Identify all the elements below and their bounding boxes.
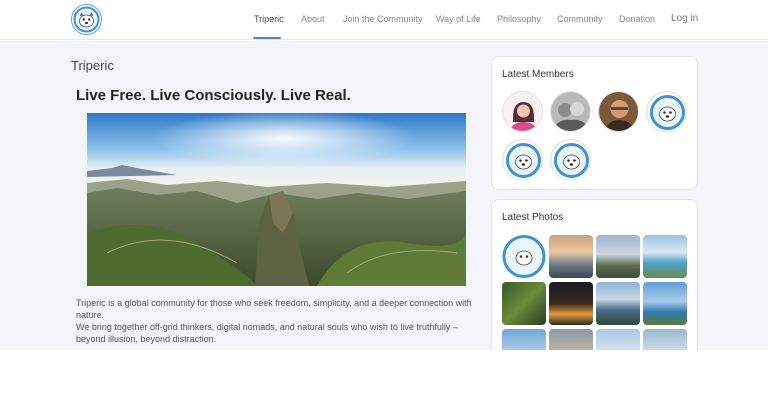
photo-thumbnail-6[interactable] bbox=[549, 282, 593, 325]
member-avatar-1[interactable] bbox=[502, 91, 543, 132]
intro-paragraph-1: Triperic is a global community for those… bbox=[76, 298, 472, 320]
nav-item-donation[interactable]: Donation bbox=[619, 14, 655, 24]
member-avatar-6[interactable] bbox=[550, 139, 591, 180]
nav-item-community[interactable]: Community bbox=[557, 14, 603, 24]
member-avatar-5[interactable] bbox=[502, 139, 543, 180]
page-title: Triperic bbox=[71, 58, 114, 73]
photo-thumbnail-3[interactable] bbox=[596, 235, 640, 278]
photo-thumbnail-5[interactable] bbox=[502, 282, 546, 325]
photo-thumbnail-10[interactable] bbox=[549, 329, 593, 350]
member-avatar-3[interactable] bbox=[598, 91, 639, 132]
headline: Live Free. Live Consciously. Live Real. bbox=[76, 87, 351, 104]
latest-members-card: Latest Members bbox=[491, 56, 698, 190]
latest-members-title: Latest Members bbox=[502, 69, 574, 80]
nav-item-about[interactable]: About bbox=[301, 14, 325, 24]
hero-image bbox=[87, 113, 466, 286]
member-avatar-2[interactable] bbox=[550, 91, 591, 132]
nav-item-triperic[interactable]: Triperic bbox=[254, 14, 284, 24]
intro-text: Triperic is a global community for those… bbox=[76, 297, 476, 345]
page-bottom-blank bbox=[0, 350, 768, 412]
photo-thumbnail-1[interactable] bbox=[502, 235, 546, 278]
photo-thumbnail-9[interactable] bbox=[502, 329, 546, 350]
photo-thumbnail-8[interactable] bbox=[643, 282, 687, 325]
nav-item-way-of-life[interactable]: Way of Life bbox=[436, 14, 481, 24]
active-nav-indicator bbox=[253, 37, 281, 39]
member-avatar-4[interactable] bbox=[646, 91, 687, 132]
site-logo[interactable] bbox=[71, 4, 102, 35]
photo-thumbnail-11[interactable] bbox=[596, 329, 640, 350]
latest-photos-title: Latest Photos bbox=[502, 212, 564, 223]
login-link[interactable]: Log in bbox=[671, 13, 698, 24]
photo-thumbnail-2[interactable] bbox=[549, 235, 593, 278]
photo-thumbnail-12[interactable] bbox=[643, 329, 687, 350]
page-content: Triperic Live Free. Live Consciously. Li… bbox=[0, 41, 768, 350]
nav-item-philosophy[interactable]: Philosophy bbox=[497, 14, 541, 24]
photo-thumbnail-7[interactable] bbox=[596, 282, 640, 325]
photo-thumbnail-4[interactable] bbox=[643, 235, 687, 278]
site-header: Triperic About Join the Community Way of… bbox=[0, 0, 768, 40]
nav-item-join-the-community[interactable]: Join the Community bbox=[343, 14, 423, 24]
latest-photos-card: Latest Photos bbox=[491, 199, 698, 350]
intro-paragraph-2: We bring together off-grid thinkers, dig… bbox=[76, 322, 458, 344]
